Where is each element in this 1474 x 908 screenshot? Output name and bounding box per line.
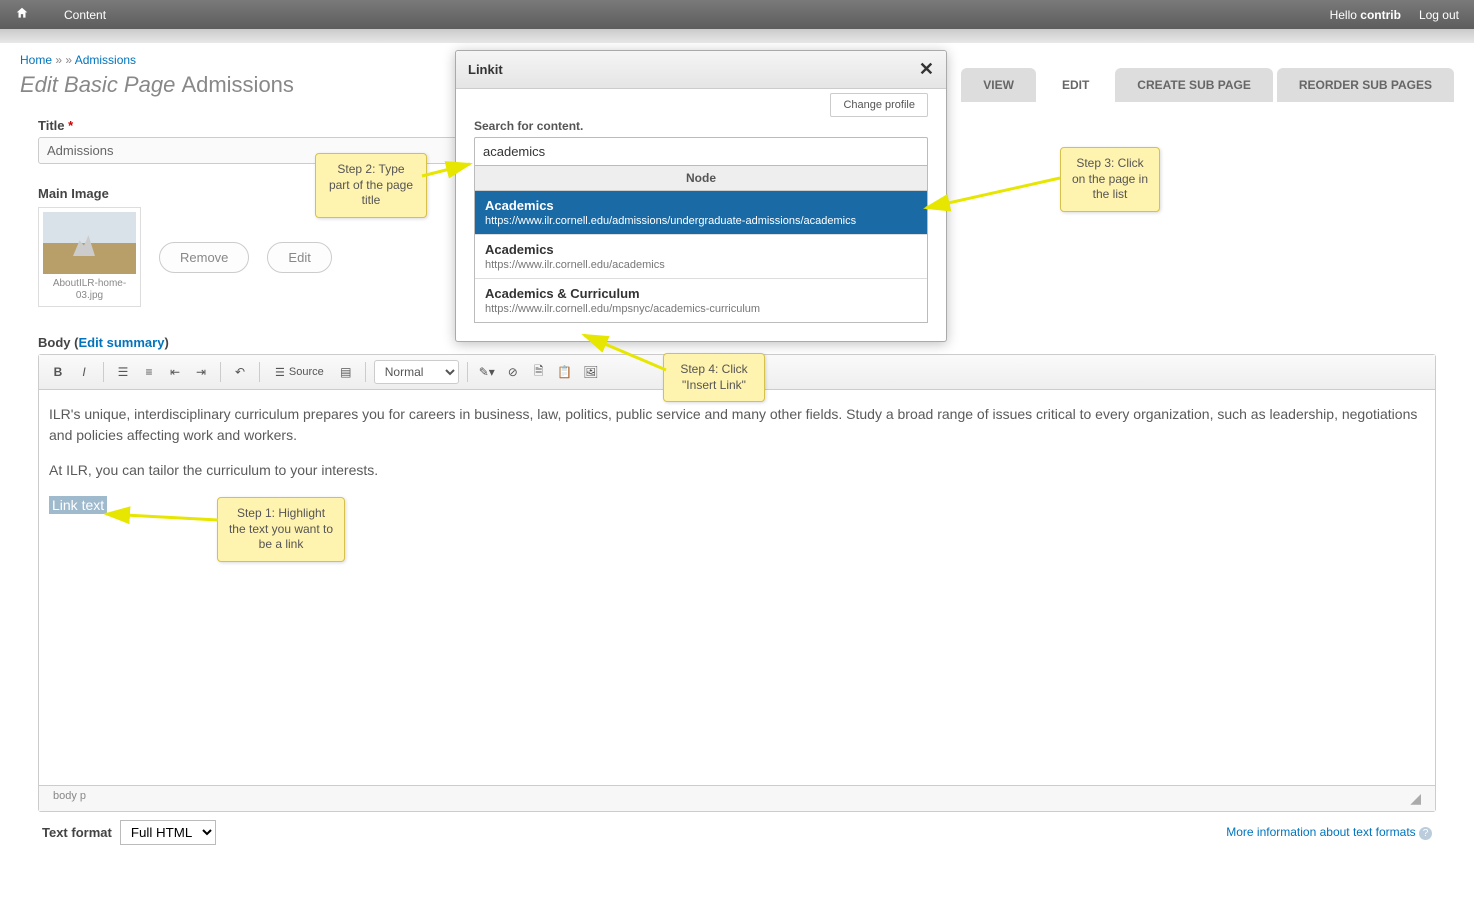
edit-image-button[interactable]: Edit bbox=[267, 242, 331, 273]
change-profile-button[interactable]: Change profile bbox=[830, 93, 928, 117]
outdent-button[interactable]: ⇤ bbox=[164, 361, 186, 383]
logout-link[interactable]: Log out bbox=[1419, 8, 1459, 22]
source-button[interactable]: ☰ Source bbox=[268, 361, 331, 383]
dropdown-item-1[interactable]: Academics https://www.ilr.cornell.edu/ac… bbox=[475, 235, 927, 279]
more-info-link[interactable]: More information about text formats ? bbox=[1226, 825, 1432, 840]
search-label: Search for content. bbox=[474, 119, 928, 133]
paragraph-1: ILR's unique, interdisciplinary curricul… bbox=[49, 404, 1425, 446]
help-icon: ? bbox=[1419, 827, 1432, 840]
show-blocks-button[interactable]: ▤ bbox=[335, 361, 357, 383]
element-path: body p bbox=[53, 790, 86, 807]
indent-button[interactable]: ⇥ bbox=[190, 361, 212, 383]
edit-summary-link[interactable]: Edit summary bbox=[78, 335, 164, 350]
editor-footer: body p ◢ bbox=[39, 785, 1435, 811]
home-icon[interactable] bbox=[15, 6, 44, 23]
dropdown-section-header: Node bbox=[475, 166, 927, 191]
thumbnail-filename: AboutILR-home-03.jpg bbox=[43, 278, 136, 302]
bold-button[interactable]: B bbox=[47, 361, 69, 383]
paste-button[interactable]: 📋 bbox=[554, 361, 576, 383]
callout-step2: Step 2: Type part of the page title bbox=[315, 153, 427, 218]
user-greeting: Hello contrib bbox=[1330, 8, 1401, 22]
breadcrumb-home[interactable]: Home bbox=[20, 53, 52, 67]
admin-topbar: Content Hello contrib Log out bbox=[0, 0, 1474, 29]
autocomplete-dropdown: Node Academics https://www.ilr.cornell.e… bbox=[474, 166, 928, 323]
content-link[interactable]: Content bbox=[64, 8, 106, 22]
breadcrumb-admissions[interactable]: Admissions bbox=[75, 53, 136, 67]
callout-step1: Step 1: Highlight the text you want to b… bbox=[217, 497, 345, 562]
resize-handle-icon[interactable]: ◢ bbox=[1410, 790, 1421, 807]
search-content-input[interactable] bbox=[474, 137, 928, 166]
callout-step3: Step 3: Click on the page in the list bbox=[1060, 147, 1160, 212]
editor-content-area[interactable]: ILR's unique, interdisciplinary curricul… bbox=[39, 390, 1435, 785]
selected-link-text: Link text bbox=[49, 496, 107, 514]
unlink-button[interactable]: ⊘ bbox=[502, 361, 524, 383]
tab-reorder-sub[interactable]: REORDER SUB PAGES bbox=[1277, 68, 1454, 102]
wysiwyg-editor: B I ☰ ≡ ⇤ ⇥ ↶ ☰ Source ▤ Normal ✎▾ ⊘ 🗎 📋 bbox=[38, 354, 1436, 812]
italic-button[interactable]: I bbox=[73, 361, 95, 383]
linkit-dialog: Linkit ✕ Change profile Search for conte… bbox=[455, 50, 947, 342]
text-format-label: Text format bbox=[42, 825, 112, 840]
text-format-row: Text format Full HTML More information a… bbox=[38, 812, 1436, 845]
text-format-select[interactable]: Full HTML bbox=[120, 820, 216, 845]
dialog-title-text: Linkit bbox=[468, 62, 503, 77]
thumbnail-image bbox=[43, 212, 136, 274]
page-tabs: VIEW EDIT CREATE SUB PAGE REORDER SUB PA… bbox=[961, 68, 1454, 102]
numbered-list-button[interactable]: ≡ bbox=[138, 361, 160, 383]
linkit-button[interactable]: ✎▾ bbox=[476, 361, 498, 383]
tab-create-sub[interactable]: CREATE SUB PAGE bbox=[1115, 68, 1273, 102]
dropdown-item-0[interactable]: Academics https://www.ilr.cornell.edu/ad… bbox=[475, 191, 927, 235]
bullet-list-button[interactable]: ☰ bbox=[112, 361, 134, 383]
dialog-close-button[interactable]: ✕ bbox=[919, 59, 934, 80]
tab-edit[interactable]: EDIT bbox=[1040, 68, 1111, 102]
paragraph-2: At ILR, you can tailor the curriculum to… bbox=[49, 460, 1425, 481]
tab-view[interactable]: VIEW bbox=[961, 68, 1036, 102]
image-thumbnail[interactable]: AboutILR-home-03.jpg bbox=[38, 207, 141, 307]
sub-toolbar bbox=[0, 29, 1474, 43]
dialog-titlebar[interactable]: Linkit ✕ bbox=[456, 51, 946, 89]
remove-image-button[interactable]: Remove bbox=[159, 242, 249, 273]
callout-step4: Step 4: Click "Insert Link" bbox=[663, 353, 765, 402]
templates-button[interactable]: 🗎 bbox=[528, 361, 550, 383]
image-button[interactable]: 🖼 bbox=[580, 361, 602, 383]
format-select[interactable]: Normal bbox=[374, 360, 459, 384]
undo-button[interactable]: ↶ bbox=[229, 361, 251, 383]
dropdown-item-2[interactable]: Academics & Curriculum https://www.ilr.c… bbox=[475, 279, 927, 322]
